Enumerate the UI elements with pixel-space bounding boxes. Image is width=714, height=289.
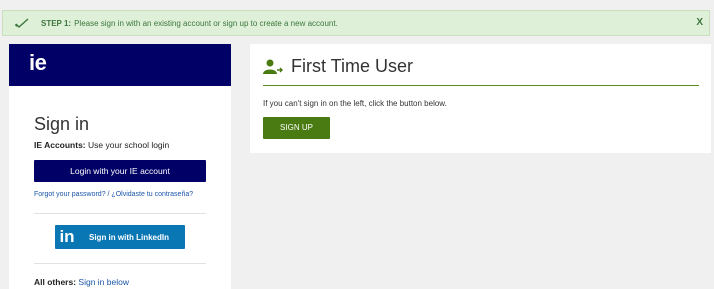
sign-in-below-link[interactable]: Sign in below xyxy=(78,277,129,287)
linkedin-icon: in xyxy=(59,227,75,246)
ie-accounts-label: IE Accounts: xyxy=(34,140,86,150)
first-time-user-header: First Time User xyxy=(263,56,413,77)
linkedin-button-label: Sign in with LinkedIn xyxy=(89,232,169,242)
alert-step-label: STEP 1: xyxy=(41,18,72,28)
sign-in-panel: ie Sign in IE Accounts: Use your school … xyxy=(9,44,231,289)
linkedin-sign-in-button[interactable]: in Sign in with LinkedIn xyxy=(55,225,185,249)
divider xyxy=(34,213,206,214)
alert-close-button[interactable]: X xyxy=(696,17,703,28)
brand-header: ie xyxy=(9,44,231,86)
header-divider xyxy=(263,85,699,86)
user-add-icon xyxy=(263,59,283,74)
alert-message: Please sign in with an existing account … xyxy=(74,18,338,28)
alert-banner: STEP 1: Please sign in with an existing … xyxy=(2,10,710,36)
login-ie-account-button[interactable]: Login with your IE account xyxy=(34,160,206,182)
sign-in-title: Sign in xyxy=(34,114,90,134)
ie-logo: ie xyxy=(29,50,47,75)
first-time-user-title: First Time User xyxy=(291,56,414,76)
sign-up-button[interactable]: SIGN UP xyxy=(263,117,330,139)
all-others-text: All others: Sign in below xyxy=(34,277,129,287)
forgot-password-link[interactable]: Forgot your password? / ¿Olvidaste tu co… xyxy=(34,191,193,198)
first-time-user-description: If you can't sign in on the left, click … xyxy=(263,99,447,108)
first-time-user-panel: First Time User If you can't sign in on … xyxy=(250,44,711,153)
check-icon xyxy=(15,18,29,28)
divider xyxy=(34,263,206,264)
all-others-label: All others: xyxy=(34,277,77,287)
ie-accounts-description: Use your school login xyxy=(88,140,170,150)
ie-accounts-text: IE Accounts: Use your school login xyxy=(34,140,169,150)
